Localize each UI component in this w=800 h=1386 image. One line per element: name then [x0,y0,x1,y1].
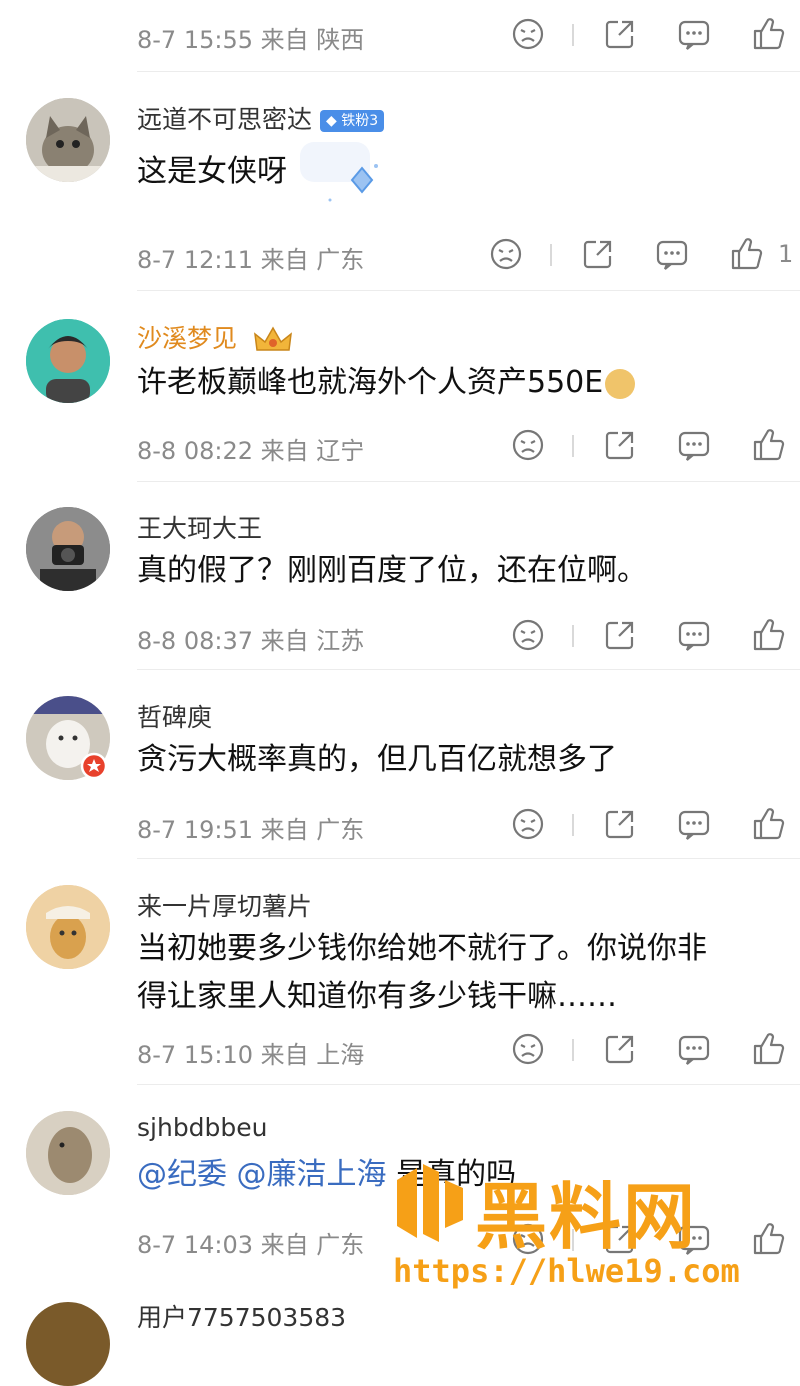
share-button[interactable] [602,16,638,52]
comment-text: 贪污大概率真的，但几百亿就想多了 [137,742,617,777]
comment-text: 当初她要多少钱你给她不就行了。你说你非 得让家里人知道你有多少钱干嘛…… [137,931,707,1014]
share-button[interactable] [602,1031,638,1067]
comment-button[interactable] [676,427,712,463]
username[interactable]: 远道不可思密达 ◆ 铁粉3 [137,100,385,136]
username[interactable]: sjhbdbbeu [137,1113,268,1142]
doge-emoji-icon [605,368,636,399]
dislike-button[interactable] [510,1031,546,1067]
comment-text: 许老板巅峰也就海外个人资产550E [137,359,636,407]
watermark-logo-icon [397,1164,463,1242]
username[interactable]: 哲碑庾 [137,698,212,734]
comment-button[interactable] [676,1031,712,1067]
like-button[interactable] [750,806,786,842]
watermark-url: https://hlwe19.com [393,1252,740,1290]
watermark: 黑料网 https://hlwe19.com [383,1150,783,1300]
comment-text: 真的假了？刚刚百度了位，还在位啊。 [137,553,647,588]
share-button[interactable] [602,617,638,653]
avatar[interactable] [26,98,110,182]
like-count: 1 [778,240,794,268]
like-button[interactable] [750,617,786,653]
avatar[interactable] [26,885,110,969]
username[interactable]: 沙溪梦见 [137,319,293,355]
mention-link[interactable]: @纪委 [137,1157,227,1192]
verified-badge-icon [80,752,108,780]
comment-button[interactable] [654,236,690,272]
mention-link[interactable]: @廉洁上海 [237,1157,387,1192]
comment-button[interactable] [676,16,712,52]
comment-button[interactable] [676,617,712,653]
watermark-title: 黑料网 [475,1175,698,1259]
like-button[interactable] [750,1031,786,1067]
comment-actions: 1 [0,236,800,276]
username[interactable]: 王大珂大王 [137,509,262,545]
comment-actions [0,427,800,467]
dislike-button[interactable] [510,427,546,463]
like-button[interactable] [750,16,786,52]
dislike-button[interactable] [510,806,546,842]
avatar[interactable] [26,319,110,403]
share-button[interactable] [602,806,638,842]
username[interactable]: 来一片厚切薯片 [137,887,312,923]
dislike-button[interactable] [510,617,546,653]
avatar[interactable] [26,507,110,591]
avatar[interactable] [26,1302,110,1386]
comment-actions [0,1031,800,1071]
avatar[interactable] [26,1111,110,1195]
dislike-button[interactable] [510,16,546,52]
crown-badge-icon [253,326,292,351]
comment-actions [0,617,800,657]
comment-button[interactable] [676,806,712,842]
share-button[interactable] [580,236,616,272]
comment-actions [0,16,800,56]
like-button[interactable] [750,427,786,463]
comment-text: 这是女侠呀 [137,154,287,189]
sticker-decoration-icon [300,142,378,202]
share-button[interactable] [602,427,638,463]
dislike-button[interactable] [488,236,524,272]
username[interactable]: 用户7757503583 [137,1298,346,1334]
like-button[interactable] [728,236,764,272]
comment-actions [0,806,800,846]
fan-badge: ◆ 铁粉3 [320,110,385,132]
